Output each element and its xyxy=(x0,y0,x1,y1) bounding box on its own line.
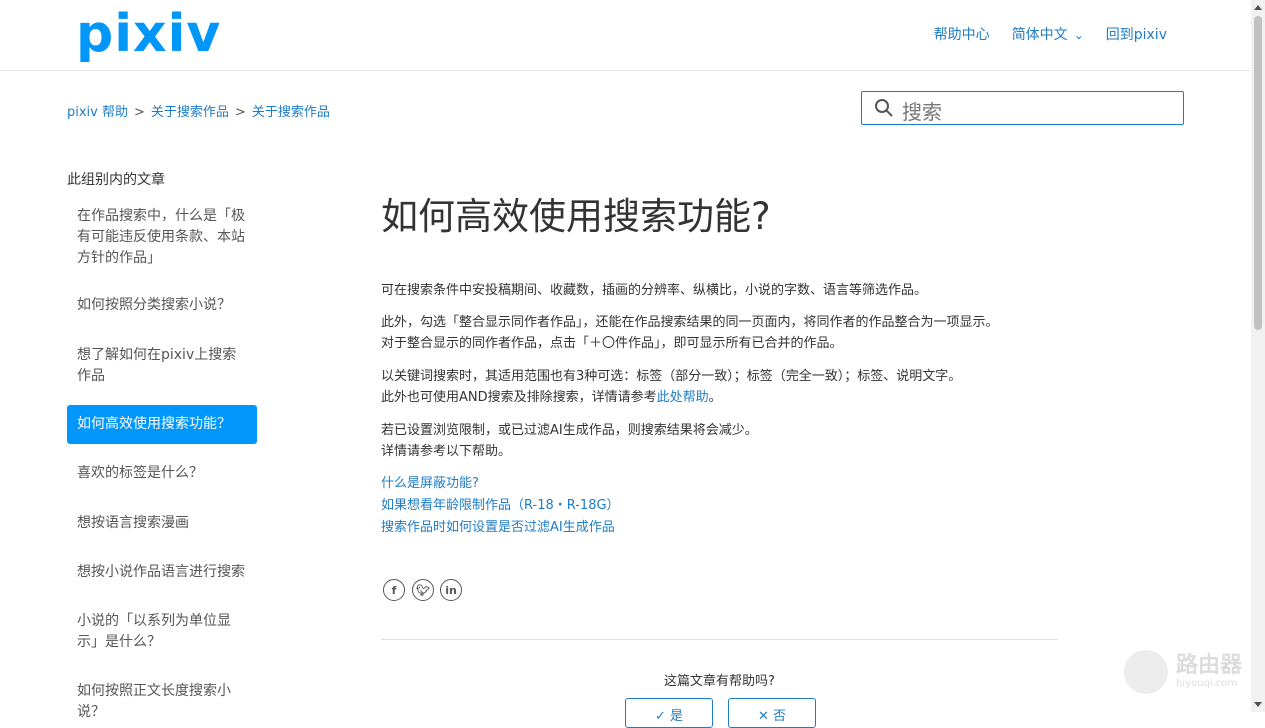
sidebar-item[interactable]: 想按语言搜索漫画 xyxy=(67,513,257,534)
search-icon xyxy=(875,99,893,117)
breadcrumb-item-category[interactable]: 关于搜索作品 xyxy=(151,105,229,120)
article-paragraph: 可在搜索条件中安投稿期间、收藏数，插画的分辨率、纵横比，小说的字数、语言等筛选作… xyxy=(381,283,928,298)
breadcrumb-item-section[interactable]: 关于搜索作品 xyxy=(252,105,330,120)
scrollbar-thumb[interactable] xyxy=(1254,16,1262,330)
divider xyxy=(381,639,1058,640)
watermark-en: luyouqi.com xyxy=(1176,678,1238,689)
help-link[interactable]: 此处帮助 xyxy=(657,390,709,405)
sidebar-item[interactable]: 如何按照正文长度搜索小说？ xyxy=(67,681,257,723)
back-to-pixiv-link[interactable]: 回到pixiv xyxy=(1106,24,1167,44)
sidebar-item[interactable]: 小说的「以系列为单位显示」是什么？ xyxy=(67,611,257,653)
sidebar-item[interactable]: 如何按照分类搜索小说？ xyxy=(67,295,257,316)
breadcrumb-separator: > xyxy=(134,105,145,120)
article-paragraph: 以关键词搜索时，其适用范围也有3种可选：标签（部分一致）；标签（完全一致）；标签… xyxy=(381,369,962,384)
site-header: pixiv 帮助中心 简体中文 ⌄ 回到pixiv xyxy=(0,0,1251,71)
breadcrumb-separator: > xyxy=(234,105,246,120)
breadcrumb: pixiv 帮助 > 关于搜索作品 > 关于搜索作品 xyxy=(67,101,330,120)
header-nav: 帮助中心 简体中文 ⌄ 回到pixiv xyxy=(934,24,1167,44)
paragraph-text: 此外也可使用AND搜索及排除搜索，详情请参考 xyxy=(381,390,657,405)
sidebar-title: 此组别内的文章 xyxy=(67,172,165,188)
language-label: 简体中文 xyxy=(1011,27,1068,43)
language-selector[interactable]: 简体中文 ⌄ xyxy=(1012,24,1084,44)
facebook-icon[interactable]: f xyxy=(383,579,405,601)
feedback-question: 这篇文章有帮助吗? xyxy=(664,674,775,689)
paragraph-text: 。 xyxy=(708,390,722,405)
watermark-cn: 路由器 xyxy=(1176,653,1243,678)
related-link[interactable]: 如果想看年龄限制作品（R-18・R-18G） xyxy=(381,495,620,516)
article-paragraph: 对于整合显示的同作者作品，点击「＋〇件作品」，即可显示所有已合并的作品。 xyxy=(381,336,843,351)
scroll-up-arrow[interactable] xyxy=(1254,5,1262,10)
article-paragraph: 详情请参考以下帮助。 xyxy=(381,444,512,459)
linkedin-icon[interactable]: in xyxy=(440,579,462,601)
search-box[interactable]: 搜索 xyxy=(861,91,1184,125)
search-input[interactable]: 搜索 xyxy=(902,96,942,125)
watermark: 路由器 luyouqi.com xyxy=(1124,650,1242,694)
sidebar-item[interactable]: 在作品搜索中，什么是「极有可能违反使用条款、本站方针的作品」 xyxy=(67,206,257,269)
breadcrumb-item-home[interactable]: pixiv 帮助 xyxy=(67,105,128,120)
vote-no-button[interactable]: ✕ 否 xyxy=(728,698,816,728)
article-paragraph: 此外，勾选「整合显示同作者作品」，还能在作品搜索结果的同一页面内，将同作者的作品… xyxy=(381,315,999,330)
help-center-link[interactable]: 帮助中心 xyxy=(934,24,990,44)
article-paragraph: 若已设置浏览限制，或已过滤AI生成作品，则搜索结果将会减少。 xyxy=(381,423,758,438)
scroll-down-arrow[interactable] xyxy=(1254,702,1262,707)
chevron-down-icon: ⌄ xyxy=(1073,28,1084,42)
sidebar-item[interactable]: 喜欢的标签是什么？ xyxy=(67,463,257,484)
vote-yes-button[interactable]: ✓ 是 xyxy=(625,698,713,728)
related-link[interactable]: 什么是屏蔽功能? xyxy=(381,473,479,494)
sidebar-item-active[interactable]: 如何高效使用搜索功能？ xyxy=(67,405,257,444)
watermark-text: 路由器 luyouqi.com xyxy=(1176,654,1242,690)
router-logo-icon xyxy=(1124,650,1168,694)
pixiv-logo[interactable]: pixiv xyxy=(76,4,221,64)
sidebar-item[interactable]: 想了解如何在pixiv上搜索作品 xyxy=(67,345,257,387)
article-title: 如何高效使用搜索功能? xyxy=(381,195,771,238)
page-scrollbar[interactable] xyxy=(1251,0,1265,712)
sidebar-item[interactable]: 想按小说作品语言进行搜索 xyxy=(67,562,257,583)
article-paragraph: 此外也可使用AND搜索及排除搜索，详情请参考此处帮助。 xyxy=(381,387,722,408)
related-link[interactable]: 搜索作品时如何设置是否过滤AI生成作品 xyxy=(381,517,615,538)
twitter-icon[interactable]: 🐦︎ xyxy=(412,579,434,601)
